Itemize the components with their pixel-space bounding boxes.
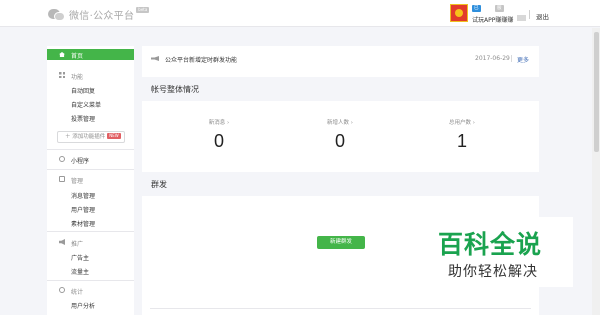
stat-new-messages[interactable]: 新消息 › 0	[189, 118, 249, 152]
sidebar-item-vote-manage[interactable]: 投票管理	[71, 114, 95, 123]
stat-value: 0	[334, 131, 345, 151]
sidebar-item-user-manage[interactable]: 用户管理	[71, 205, 95, 214]
account-dropdown-icon[interactable]	[517, 15, 526, 21]
sidebar-group-manage: 管理	[71, 178, 84, 185]
grid-icon	[59, 72, 65, 78]
sidebar-item-material-manage[interactable]: 素材管理	[71, 219, 95, 228]
stat-label: 新增人数 ›	[327, 120, 353, 126]
box-icon	[59, 176, 65, 182]
stat-value: 0	[213, 131, 224, 151]
account-avatar[interactable]	[450, 4, 468, 22]
sidebar-item-home[interactable]: 首页	[47, 49, 134, 60]
stat-value: 1	[456, 131, 467, 151]
stat-total-users[interactable]: 总用户数 › 1	[432, 118, 492, 152]
account-type-badge: 服务号	[495, 5, 504, 25]
add-plugin-button[interactable]: ＋ 添加功能插件 NEW	[57, 131, 125, 143]
notice-bar: 公众平台新增定时群发功能 2017-06-29 更多	[150, 54, 531, 64]
verified-badge: 已认证	[472, 5, 481, 25]
scrollbar-thumb[interactable]	[594, 32, 599, 152]
sidebar-item-custom-menu[interactable]: 自定义菜单	[71, 100, 101, 109]
sidebar-item-auto-reply[interactable]: 自动回复	[71, 86, 95, 95]
watermark-subtitle: 助你轻松解决	[448, 264, 538, 280]
link-icon	[59, 156, 65, 162]
stat-new-followers[interactable]: 新增人数 › 0	[310, 118, 370, 152]
sidebar-item-advertiser[interactable]: 广告主	[71, 253, 89, 262]
watermark: 百科全说 助你轻松解决	[420, 217, 573, 287]
more-link[interactable]: 更多	[517, 55, 529, 64]
sidebar-divider	[47, 231, 134, 232]
section-divider	[150, 308, 531, 309]
notice-date: 2017-06-29	[475, 55, 510, 62]
sidebar-item-mini-program[interactable]: 小程序	[71, 156, 89, 165]
wechat-logo-icon	[48, 8, 66, 21]
sidebar-divider	[47, 149, 134, 150]
sidebar-item-publisher[interactable]: 流量主	[71, 267, 89, 276]
sidebar-group-function: 功能	[71, 74, 84, 81]
brand-title: 微信·公众平台	[69, 10, 135, 22]
sidebar: 首页 功能 自动回复 自定义菜单 投票管理 ＋ 添加功能插件 NEW 小程序 管理…	[47, 46, 134, 315]
sidebar-group-promotion: 推广	[71, 241, 84, 248]
new-badge: NEW	[107, 133, 121, 139]
sidebar-item-label: 首页	[71, 53, 84, 60]
home-icon	[59, 52, 65, 57]
speaker-icon	[59, 239, 65, 245]
header-divider	[529, 10, 530, 19]
notice-divider	[511, 55, 512, 62]
broadcast-section-header: 群发	[142, 172, 539, 196]
notice-text[interactable]: 公众平台新增定时群发功能	[165, 55, 237, 64]
sidebar-group-statistics: 统计	[71, 289, 84, 296]
new-broadcast-button[interactable]: 新建群发	[317, 236, 365, 249]
speaker-icon	[151, 56, 159, 61]
sidebar-divider	[47, 169, 134, 170]
beta-badge: beta	[136, 7, 150, 13]
stat-label: 新消息 ›	[208, 120, 230, 126]
stat-label: 总用户数 ›	[449, 120, 475, 126]
logout-link[interactable]: 退出	[536, 11, 549, 21]
overview-section-header: 帐号整体情况	[142, 77, 539, 101]
add-plugin-label: ＋ 添加功能插件	[65, 134, 106, 140]
account-name[interactable]: 试玩APP赚赚赚	[472, 15, 513, 24]
overview-title: 帐号整体情况	[151, 85, 199, 94]
sidebar-item-message-manage[interactable]: 消息管理	[71, 191, 95, 200]
top-bar: 微信·公众平台 beta 已认证 服务号 试玩APP赚赚赚 退出	[0, 0, 600, 27]
sidebar-item-user-analysis[interactable]: 用户分析	[71, 301, 95, 310]
clock-icon	[59, 287, 65, 293]
brand-logo[interactable]: 微信·公众平台 beta	[48, 7, 150, 22]
watermark-title: 百科全说	[438, 230, 543, 259]
broadcast-title: 群发	[151, 180, 167, 189]
sidebar-divider	[47, 280, 134, 281]
